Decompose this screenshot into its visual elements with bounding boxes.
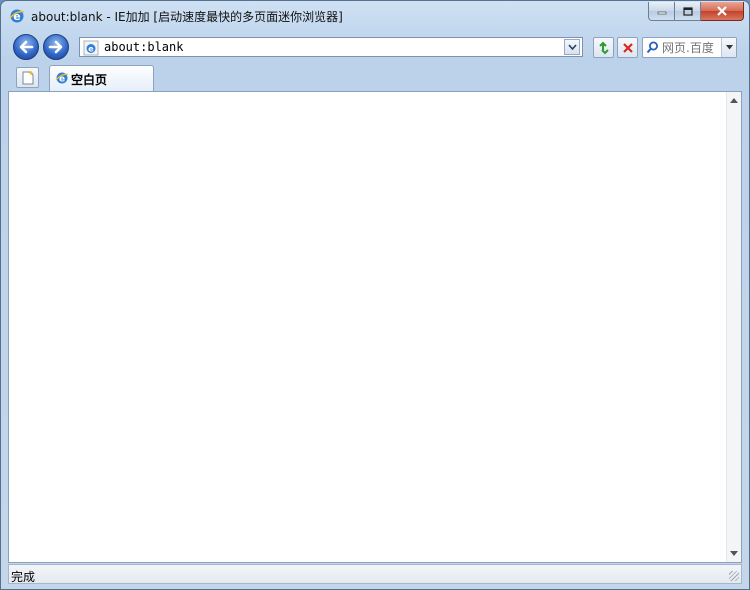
page-content[interactable]	[8, 91, 742, 563]
back-arrow-icon	[19, 40, 34, 54]
tab-blank-page[interactable]: e 空白页	[49, 65, 154, 91]
resize-grip-icon[interactable]	[729, 571, 739, 581]
forward-arrow-icon	[48, 40, 63, 54]
minimize-button[interactable]	[648, 2, 675, 21]
page-icon: e	[83, 40, 99, 56]
new-tab-button[interactable]	[16, 67, 39, 88]
forward-button[interactable]	[43, 34, 69, 60]
search-input[interactable]	[662, 40, 720, 55]
close-button[interactable]	[701, 2, 744, 21]
close-icon	[717, 6, 727, 16]
status-bar: 完成	[8, 564, 742, 584]
search-box[interactable]	[642, 37, 737, 58]
navigation-bar: e	[1, 31, 749, 63]
ie-page-icon: e	[55, 72, 69, 85]
search-icon	[646, 41, 658, 54]
scroll-down-arrow-icon[interactable]	[730, 551, 738, 556]
status-text: 完成	[11, 570, 36, 584]
back-button[interactable]	[13, 34, 39, 60]
vertical-scrollbar[interactable]	[726, 92, 741, 562]
maximize-button[interactable]	[675, 2, 701, 21]
scroll-up-arrow-icon[interactable]	[730, 98, 738, 103]
title-bar[interactable]: e about:blank - IE加加 [启动速度最快的多页面迷你浏览器]	[1, 1, 749, 31]
stop-icon	[622, 42, 633, 53]
new-page-icon	[22, 70, 34, 85]
refresh-icon	[598, 41, 609, 54]
tab-bar: e 空白页	[1, 63, 749, 91]
minimize-icon	[657, 11, 666, 15]
address-input[interactable]	[104, 39, 559, 55]
window-title: about:blank - IE加加 [启动速度最快的多页面迷你浏览器]	[31, 10, 343, 24]
caption-buttons	[648, 2, 744, 22]
refresh-button[interactable]	[593, 37, 614, 58]
browser-window: e about:blank - IE加加 [启动速度最快的多页面迷你浏览器] e…	[0, 0, 750, 590]
ie-logo-icon: e	[9, 9, 25, 23]
tab-label: 空白页	[71, 73, 108, 87]
stop-button[interactable]	[617, 37, 638, 58]
address-bar[interactable]: e	[79, 37, 583, 57]
svg-text:e: e	[88, 45, 94, 54]
chevron-down-icon	[725, 45, 733, 50]
maximize-icon	[682, 6, 693, 16]
search-options-button[interactable]	[721, 38, 736, 57]
address-dropdown-button[interactable]	[564, 39, 580, 55]
chevron-down-icon	[567, 44, 577, 50]
